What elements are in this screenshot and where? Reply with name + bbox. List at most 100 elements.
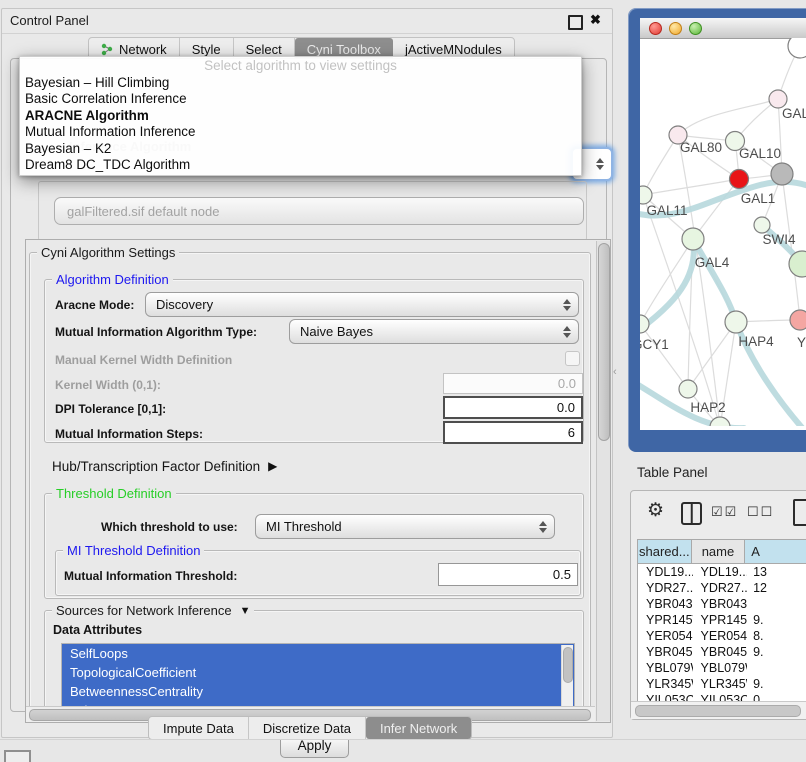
tab-impute-data[interactable]: Impute Data xyxy=(149,717,249,739)
kernel-width-field[interactable]: 0.0 xyxy=(443,373,583,394)
network-view-inner: GALGAL80GAL10GAL1GAL11SWI4GAL4HAP4YGCY1H… xyxy=(640,18,806,430)
table-cell: YLR345W xyxy=(638,676,693,692)
dpi-tolerance-label: DPI Tolerance [0,1]: xyxy=(55,402,166,416)
algorithm-option[interactable]: Bayesian – Hill Climbing xyxy=(20,75,581,91)
tab-discretize-data[interactable]: Discretize Data xyxy=(249,717,366,739)
combobox-value: Discovery xyxy=(156,297,213,312)
minimized-panel-icon[interactable] xyxy=(4,750,31,762)
deselect-all-checkboxes-icon[interactable]: ☐☐ xyxy=(747,504,774,520)
aracne-mode-combobox[interactable]: Discovery xyxy=(145,292,579,317)
table-row[interactable]: YLR345WYLR345W9. xyxy=(638,676,806,692)
table-cell: YBL079W xyxy=(638,660,693,676)
gear-icon[interactable]: ⚙ xyxy=(647,499,664,522)
network-edge[interactable] xyxy=(678,99,778,135)
group-title: Threshold Definition xyxy=(52,486,176,501)
table-cell: YBR043C xyxy=(638,596,693,612)
algorithm-option[interactable]: Dream8 DC_TDC Algorithm xyxy=(20,157,581,173)
algorithm-option[interactable]: Basic Correlation Inference xyxy=(20,91,581,107)
scrollbar-thumb[interactable] xyxy=(598,243,610,441)
node-label: GAL10 xyxy=(739,146,781,161)
vertical-scrollbar[interactable] xyxy=(596,241,610,721)
column-header[interactable]: A xyxy=(745,540,806,563)
close-traffic-light[interactable] xyxy=(649,22,662,35)
expanded-triangle-icon[interactable]: ▼ xyxy=(240,605,251,617)
network-node[interactable] xyxy=(754,217,770,233)
attribute-list-item[interactable]: BetweennessCentrality xyxy=(62,682,574,701)
network-node[interactable] xyxy=(788,38,806,58)
table-row[interactable]: YPR145WYPR145W9. xyxy=(638,612,806,628)
network-node[interactable] xyxy=(679,380,697,398)
network-node[interactable] xyxy=(771,163,793,185)
control-panel-titlebar[interactable]: Control Panel ✖ xyxy=(2,9,612,34)
network-node[interactable] xyxy=(790,310,806,330)
manual-kernel-width-checkbox[interactable] xyxy=(565,351,580,366)
network-view-window[interactable]: GALGAL80GAL10GAL1GAL11SWI4GAL4HAP4YGCY1H… xyxy=(628,8,806,452)
float-window-icon[interactable] xyxy=(568,15,583,30)
table-row[interactable]: YDL19...YDL19...13 xyxy=(638,564,806,580)
table-toolbar: ⚙ ☑☑ ☐☐ xyxy=(631,491,806,539)
mi-threshold-definition-group: MI Threshold Definition Mutual Informati… xyxy=(55,550,581,596)
network-node[interactable] xyxy=(725,311,747,333)
split-columns-icon[interactable] xyxy=(681,502,702,525)
attribute-list-item[interactable]: TopologicalCoefficient xyxy=(62,663,574,682)
algorithm-definition-group: Algorithm Definition Aracne Mode: Discov… xyxy=(44,279,584,443)
tab-label: jActiveMNodules xyxy=(405,42,502,57)
scrollbar-thumb[interactable] xyxy=(563,647,573,683)
new-table-icon[interactable] xyxy=(793,499,806,526)
mi-threshold-label: Mutual Information Threshold: xyxy=(64,569,237,583)
table-cell: YDR27... xyxy=(638,580,693,596)
algorithm-option[interactable]: ARACNE Algorithm xyxy=(20,108,581,124)
which-threshold-combobox[interactable]: MI Threshold xyxy=(255,514,555,539)
network-edge[interactable] xyxy=(688,322,736,389)
network-node[interactable] xyxy=(682,228,704,250)
node-label: HAP4 xyxy=(738,334,774,349)
table-row[interactable]: YBR043CYBR043C xyxy=(638,596,806,612)
tab-infer-network[interactable]: Infer Network xyxy=(366,717,471,739)
table-data-combobox[interactable]: galFiltered.sif default node xyxy=(54,197,584,225)
close-icon[interactable]: ✖ xyxy=(590,12,601,28)
kernel-width-label: Kernel Width (0,1): xyxy=(55,378,161,392)
network-canvas[interactable]: GALGAL80GAL10GAL1GAL11SWI4GAL4HAP4YGCY1H… xyxy=(640,38,806,426)
table-cell: YBL079W xyxy=(693,660,748,676)
hub-tf-definition-toggle[interactable]: Hub/Transcription Factor Definition ▶ xyxy=(52,457,277,475)
network-edge-thick[interactable] xyxy=(693,239,736,322)
minimize-traffic-light[interactable] xyxy=(669,22,682,35)
table-row[interactable]: YIL053CYIL053C0. xyxy=(638,692,806,701)
node-label: GCY1 xyxy=(640,337,669,352)
mi-algorithm-type-combobox[interactable]: Naive Bayes xyxy=(289,319,579,344)
mi-threshold-field[interactable]: 0.5 xyxy=(438,563,578,586)
attribute-list-item[interactable]: SelfLoops xyxy=(62,644,574,663)
network-edge[interactable] xyxy=(643,179,739,195)
cyni-bottom-tab-bar: Impute Data Discretize Data Infer Networ… xyxy=(148,716,472,740)
select-all-checkboxes-icon[interactable]: ☑☑ xyxy=(711,504,738,520)
algorithm-option[interactable]: Bayesian – K2 xyxy=(20,141,581,157)
table-row[interactable]: YDR27...YDR27...12 xyxy=(638,580,806,596)
table-horizontal-scrollbar[interactable] xyxy=(631,701,806,719)
table-row[interactable]: YER054CYER054C8. xyxy=(638,628,806,644)
dpi-tolerance-field[interactable]: 0.0 xyxy=(443,396,583,419)
mi-steps-field[interactable]: 6 xyxy=(443,421,583,444)
table-cell: YPR145W xyxy=(693,612,748,628)
which-threshold-label: Which threshold to use: xyxy=(101,520,238,534)
scrollbar-thumb[interactable] xyxy=(635,705,801,717)
split-pane-handle[interactable]: ‹ xyxy=(613,366,617,378)
network-node[interactable] xyxy=(730,170,749,189)
algorithm-option[interactable]: Mutual Information Inference xyxy=(20,124,581,140)
table-cell: YER054C xyxy=(693,628,748,644)
zoom-traffic-light[interactable] xyxy=(689,22,702,35)
column-header[interactable]: shared... xyxy=(638,540,692,563)
table-row[interactable]: YBL079WYBL079W xyxy=(638,660,806,676)
network-window-titlebar[interactable] xyxy=(640,18,806,39)
column-header[interactable]: name xyxy=(692,540,746,563)
tab-label: Infer Network xyxy=(380,721,457,736)
network-edge[interactable] xyxy=(640,324,688,389)
group-title: Sources for Network Inference ▼ xyxy=(52,603,254,618)
network-edge[interactable] xyxy=(643,135,678,195)
network-node[interactable] xyxy=(640,186,652,204)
table-cell: YER054C xyxy=(638,628,693,644)
tab-label: Cyni Toolbox xyxy=(307,42,381,57)
algorithm-dropdown-popup: Select algorithm to view settings Bayesi… xyxy=(19,56,582,176)
network-node[interactable] xyxy=(640,315,649,333)
table-cell: YDL19... xyxy=(638,564,693,580)
table-row[interactable]: YBR045CYBR045C9. xyxy=(638,644,806,660)
